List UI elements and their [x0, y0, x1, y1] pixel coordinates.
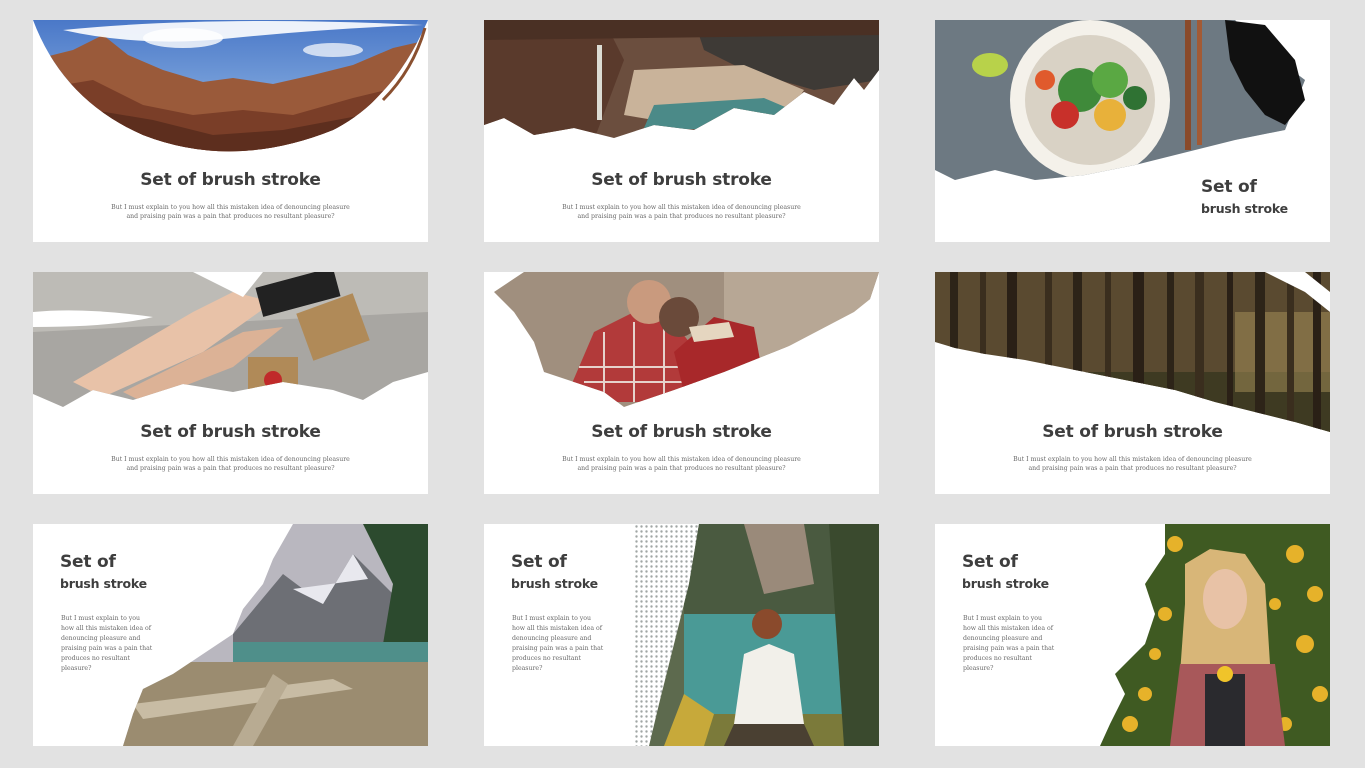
slide-title: Set of brush stroke [591, 170, 772, 190]
slide-title-line-2: brush stroke [1201, 201, 1288, 216]
slide-title-line-1: Set of [962, 552, 1018, 572]
slide-thumbnail-grid: Set of brush stroke But I must explain t… [0, 0, 1365, 768]
slide-thumbnail-9[interactable]: Set of brush stroke But I must explain t… [935, 524, 1330, 746]
slide-thumbnail-3[interactable]: Set of brush stroke [935, 20, 1330, 242]
slide-body-text: But I must explain to you how all this m… [61, 615, 153, 672]
slide-thumbnail-8[interactable]: Set of brush stroke But I must explain t… [484, 524, 879, 746]
slide-body-text: But I must explain to you how all this m… [1013, 456, 1252, 472]
slide-title: Set of brush stroke [140, 422, 321, 442]
slide-body-text: But I must explain to you how all this m… [111, 456, 350, 472]
slide-thumbnail-6[interactable]: Set of brush stroke But I must explain t… [935, 272, 1330, 494]
slide-thumbnail-4[interactable]: Set of brush stroke But I must explain t… [33, 272, 428, 494]
slide-title-line-1: Set of [60, 552, 116, 572]
slide-title: Set of brush stroke [1042, 422, 1223, 442]
slide-thumbnail-7[interactable]: Set of brush stroke But I must explain t… [33, 524, 428, 746]
slide-body-text: But I must explain to you how all this m… [963, 615, 1055, 672]
slide-title-line-2: brush stroke [60, 576, 147, 591]
slide-title-line-1: Set of [1201, 177, 1257, 197]
slide-thumbnail-1[interactable]: Set of brush stroke But I must explain t… [33, 20, 428, 242]
slide-body-text: But I must explain to you how all this m… [562, 456, 801, 472]
slide-title-line-2: brush stroke [962, 576, 1049, 591]
slide-title-line-2: brush stroke [511, 576, 598, 591]
slide-body-text: But I must explain to you how all this m… [111, 204, 350, 220]
slide-thumbnail-5[interactable]: Set of brush stroke But I must explain t… [484, 272, 879, 494]
slide-title: Set of brush stroke [140, 170, 321, 190]
slide-body-text: But I must explain to you how all this m… [562, 204, 801, 220]
slide-thumbnail-2[interactable]: Set of brush stroke But I must explain t… [484, 20, 879, 242]
slide-title: Set of brush stroke [591, 422, 772, 442]
slide-title-line-1: Set of [511, 552, 567, 572]
slide-body-text: But I must explain to you how all this m… [512, 615, 604, 672]
